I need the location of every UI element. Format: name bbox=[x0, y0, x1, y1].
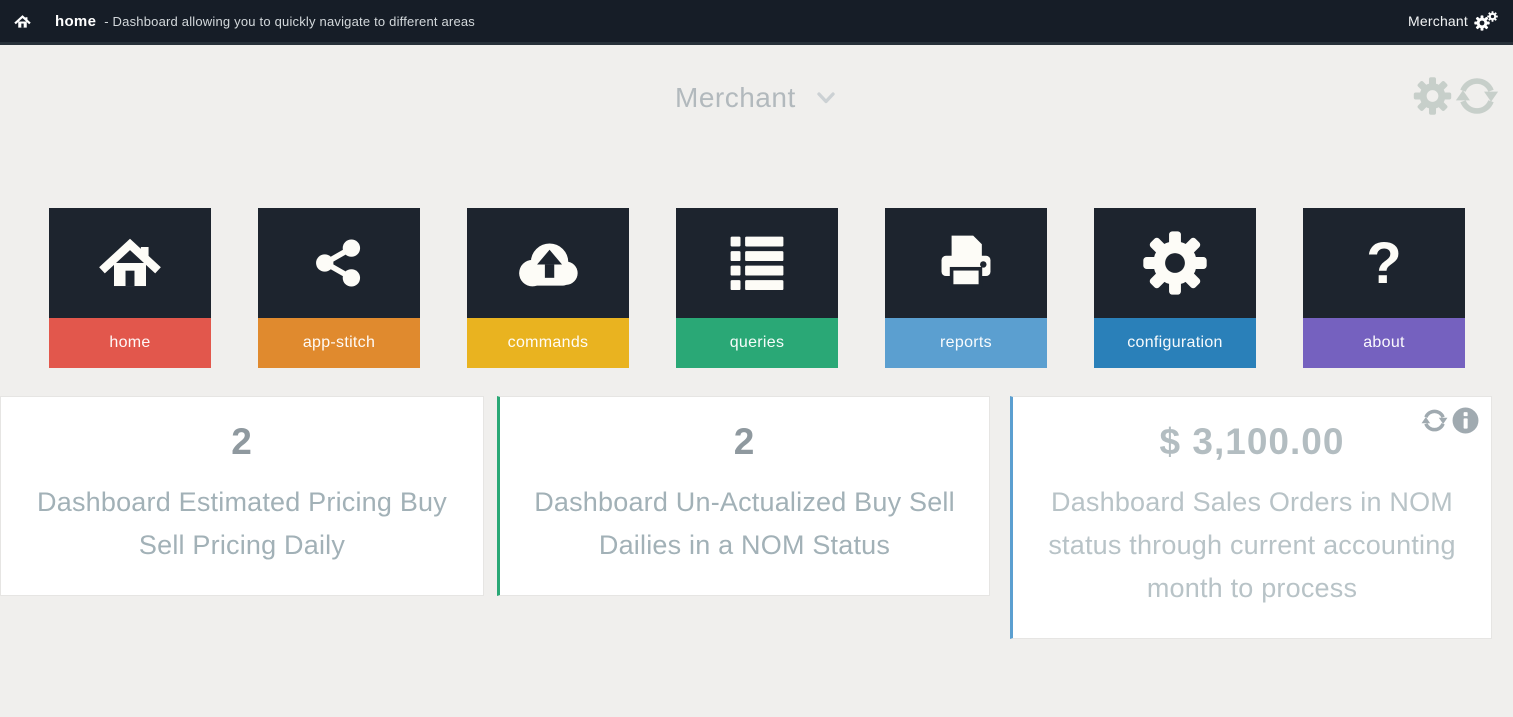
stat-description: Dashboard Estimated Pricing Buy Sell Pri… bbox=[17, 481, 467, 567]
tile-label: about bbox=[1363, 334, 1405, 352]
refresh-icon[interactable] bbox=[1455, 74, 1499, 118]
stat-card-estimated-pricing[interactable]: 2 Dashboard Estimated Pricing Buy Sell P… bbox=[0, 396, 484, 596]
tile-app-stitch-icon-area bbox=[258, 208, 420, 318]
tile-queries-footer: queries bbox=[676, 318, 838, 368]
tile-reports[interactable]: reports bbox=[885, 208, 1047, 368]
tile-label: app-stitch bbox=[303, 334, 375, 352]
page-title: home bbox=[55, 13, 96, 30]
tile-label: commands bbox=[508, 334, 589, 352]
tile-about-icon-area bbox=[1303, 208, 1465, 318]
tile-configuration-footer: configuration bbox=[1094, 318, 1256, 368]
gear-icon[interactable] bbox=[1413, 76, 1452, 116]
stat-value: 2 bbox=[17, 421, 467, 463]
tile-label: home bbox=[109, 334, 150, 352]
tile-reports-footer: reports bbox=[885, 318, 1047, 368]
stat-card-sales-orders[interactable]: $ 3,100.00 Dashboard Sales Orders in NOM… bbox=[1010, 396, 1492, 639]
merchant-dropdown-label: Merchant bbox=[675, 82, 796, 113]
tile-commands[interactable]: commands bbox=[467, 208, 629, 368]
tile-home-footer: home bbox=[49, 318, 211, 368]
tile-app-stitch-footer: app-stitch bbox=[258, 318, 420, 368]
stat-card-unactualized[interactable]: 2 Dashboard Un-Actualized Buy Sell Daili… bbox=[497, 396, 990, 596]
gear-icon bbox=[1142, 230, 1208, 296]
tile-queries[interactable]: queries bbox=[676, 208, 838, 368]
share-icon bbox=[308, 232, 370, 294]
stat-description: Dashboard Un-Actualized Buy Sell Dailies… bbox=[516, 481, 973, 567]
refresh-icon[interactable] bbox=[1421, 407, 1448, 434]
tile-label: queries bbox=[730, 334, 785, 352]
printer-icon bbox=[930, 227, 1002, 299]
cloud-upload-icon bbox=[509, 224, 587, 302]
chevron-down-icon bbox=[814, 87, 838, 109]
topbar-user-menu[interactable]: Merchant bbox=[1408, 11, 1499, 32]
navigation-tiles: home app-stitch commands queries reports bbox=[0, 208, 1513, 368]
cogs-icon bbox=[1474, 11, 1499, 32]
tile-home[interactable]: home bbox=[49, 208, 211, 368]
stat-description: Dashboard Sales Orders in NOM status thr… bbox=[1043, 481, 1461, 610]
tile-commands-footer: commands bbox=[467, 318, 629, 368]
tile-about-footer: about bbox=[1303, 318, 1465, 368]
tile-app-stitch[interactable]: app-stitch bbox=[258, 208, 420, 368]
dashboard-stat-cards: 2 Dashboard Estimated Pricing Buy Sell P… bbox=[0, 396, 1513, 639]
stat-value: $ 3,100.00 bbox=[1043, 421, 1461, 463]
tile-label: reports bbox=[940, 334, 992, 352]
tile-home-icon-area bbox=[49, 208, 211, 318]
top-navigation-bar: home - Dashboard allowing you to quickly… bbox=[0, 0, 1513, 45]
tile-configuration-icon-area bbox=[1094, 208, 1256, 318]
dashboard-header: Merchant bbox=[0, 72, 1513, 132]
question-icon bbox=[1351, 230, 1417, 296]
merchant-dropdown[interactable]: Merchant bbox=[0, 82, 1513, 114]
tile-label: configuration bbox=[1127, 334, 1223, 352]
tile-about[interactable]: about bbox=[1303, 208, 1465, 368]
tile-commands-icon-area bbox=[467, 208, 629, 318]
tile-reports-icon-area bbox=[885, 208, 1047, 318]
tile-queries-icon-area bbox=[676, 208, 838, 318]
header-actions bbox=[1413, 74, 1499, 118]
stat-value: 2 bbox=[516, 421, 973, 463]
page-subtitle: - Dashboard allowing you to quickly navi… bbox=[104, 14, 475, 29]
list-icon bbox=[724, 230, 790, 296]
home-icon[interactable] bbox=[14, 13, 31, 30]
home-icon bbox=[98, 231, 162, 295]
info-icon[interactable] bbox=[1452, 407, 1479, 434]
user-name: Merchant bbox=[1408, 13, 1468, 29]
stat-card-actions bbox=[1421, 407, 1479, 434]
tile-configuration[interactable]: configuration bbox=[1094, 208, 1256, 368]
